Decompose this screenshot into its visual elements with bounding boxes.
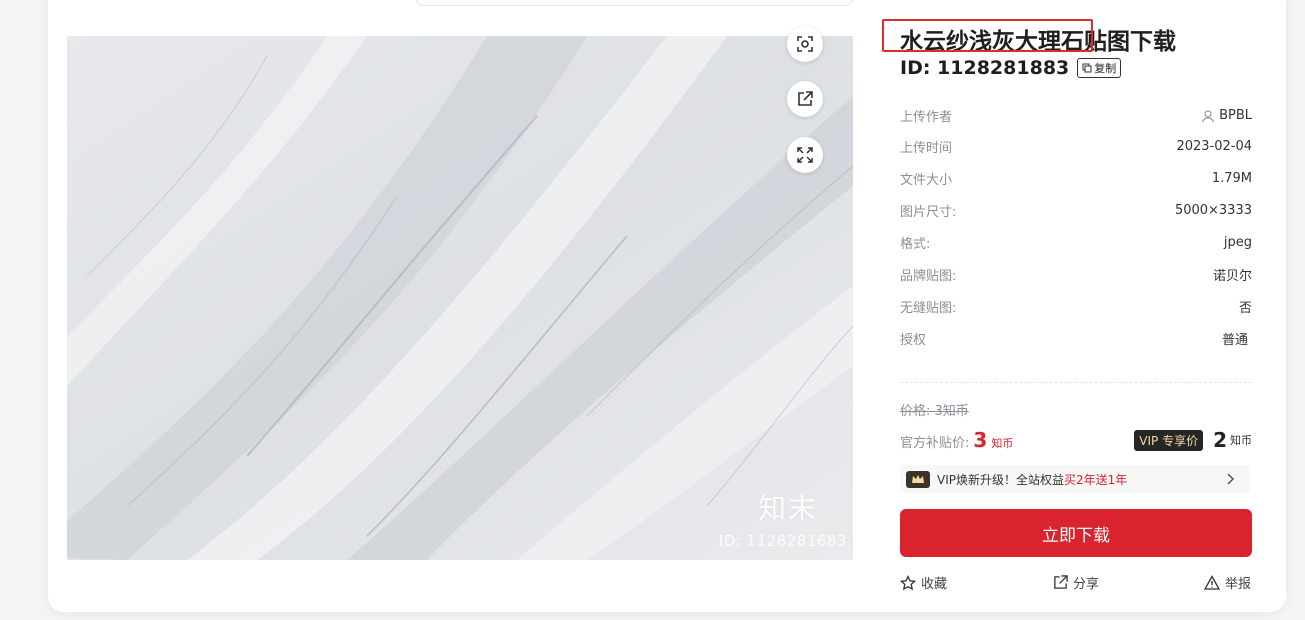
meta-row-seamless: 无缝贴图: 否: [900, 297, 1252, 316]
meta-row-dimensions: 图片尺寸: 5000×3333: [900, 201, 1252, 220]
open-new-button[interactable]: [787, 81, 823, 117]
vip-upgrade-banner[interactable]: VIP焕新升级！全站权益 买2年送1年: [900, 465, 1250, 493]
author-name[interactable]: BPBL: [1219, 108, 1252, 123]
meta-key: 品牌贴图:: [900, 269, 957, 284]
meta-key: 图片尺寸:: [900, 205, 957, 220]
official-price-value: 3: [973, 428, 988, 452]
watermark-id: ID: 1128281683: [718, 532, 847, 550]
download-button[interactable]: 立即下载: [900, 509, 1252, 557]
meta-key: 上传作者: [900, 110, 953, 125]
share-button[interactable]: 分享: [1053, 573, 1099, 592]
meta-value: jpeg: [1223, 235, 1252, 250]
vip-banner-text: VIP焕新升级！全站权益: [937, 472, 1064, 487]
divider: [900, 382, 1252, 383]
texture-preview-image[interactable]: 知末 ID: 1128281683: [67, 36, 853, 560]
favorite-button[interactable]: 收藏: [900, 573, 947, 592]
chevron-right-icon: [1227, 473, 1235, 485]
meta-value: 2023-02-04: [1176, 139, 1252, 154]
crown-icon: [906, 470, 930, 488]
meta-value[interactable]: BPBL: [1201, 106, 1252, 125]
price-row: 官方补贴价: 3 知币 VIP 专享价 2 知币: [900, 428, 1252, 452]
copy-icon: [1082, 63, 1092, 73]
report-label: 举报: [1225, 577, 1252, 592]
fullscreen-icon: [797, 147, 813, 163]
meta-row-license: 授权 普通: [900, 329, 1252, 348]
product-id-text: ID: 1128281883: [900, 57, 1070, 79]
meta-row-author: 上传作者 BPBL: [900, 106, 1252, 125]
meta-value: 否: [1238, 301, 1252, 316]
user-icon: [1202, 109, 1215, 122]
warning-icon: [1204, 574, 1220, 590]
meta-key: 格式:: [900, 237, 931, 252]
title-highlight-box: [882, 19, 1093, 52]
meta-key: 授权: [900, 333, 927, 348]
product-id: ID: 1128281883 复制: [900, 57, 1122, 79]
watermark-logo: 知末: [757, 492, 818, 525]
vip-price-value: 2: [1213, 428, 1227, 452]
meta-row-brand: 品牌贴图: 诺贝尔: [900, 265, 1252, 284]
share-icon: [1054, 575, 1068, 589]
meta-key: 无缝贴图:: [900, 301, 957, 316]
meta-row-file-size: 文件大小 1.79M: [900, 169, 1252, 188]
top-dropdown-edge: [415, 0, 854, 6]
copy-button[interactable]: 复制: [1077, 58, 1122, 78]
meta-key: 上传时间: [900, 141, 953, 156]
meta-value: 1.79M: [1211, 171, 1252, 186]
favorite-label: 收藏: [921, 577, 948, 592]
original-price: 价格: 3知币: [900, 404, 969, 419]
vip-tag: VIP 专享价: [1134, 429, 1204, 451]
fullscreen-button[interactable]: [787, 137, 823, 173]
external-link-icon: [798, 91, 813, 106]
marble-texture: [67, 36, 853, 560]
scan-button[interactable]: [787, 26, 823, 62]
vip-banner-highlight: 买2年送1年: [1064, 472, 1128, 487]
vip-price: VIP 专享价 2 知币: [1134, 428, 1252, 452]
coin-unit: 知币: [1230, 434, 1252, 447]
coin-unit: 知币: [991, 437, 1014, 450]
scan-icon: [797, 36, 813, 52]
meta-key: 文件大小: [900, 173, 953, 188]
star-icon: [900, 574, 916, 590]
report-button[interactable]: 举报: [1204, 573, 1251, 592]
share-label: 分享: [1073, 577, 1100, 592]
copy-label: 复制: [1094, 62, 1117, 75]
meta-value: 普通: [1221, 333, 1248, 348]
meta-value: 5000×3333: [1174, 203, 1252, 218]
official-price: 官方补贴价: 3 知币: [900, 428, 1013, 452]
meta-value: 诺贝尔: [1212, 269, 1252, 284]
meta-row-upload-time: 上传时间 2023-02-04: [900, 137, 1252, 156]
meta-row-format: 格式: jpeg: [900, 233, 1252, 252]
official-price-label: 官方补贴价:: [900, 436, 970, 451]
